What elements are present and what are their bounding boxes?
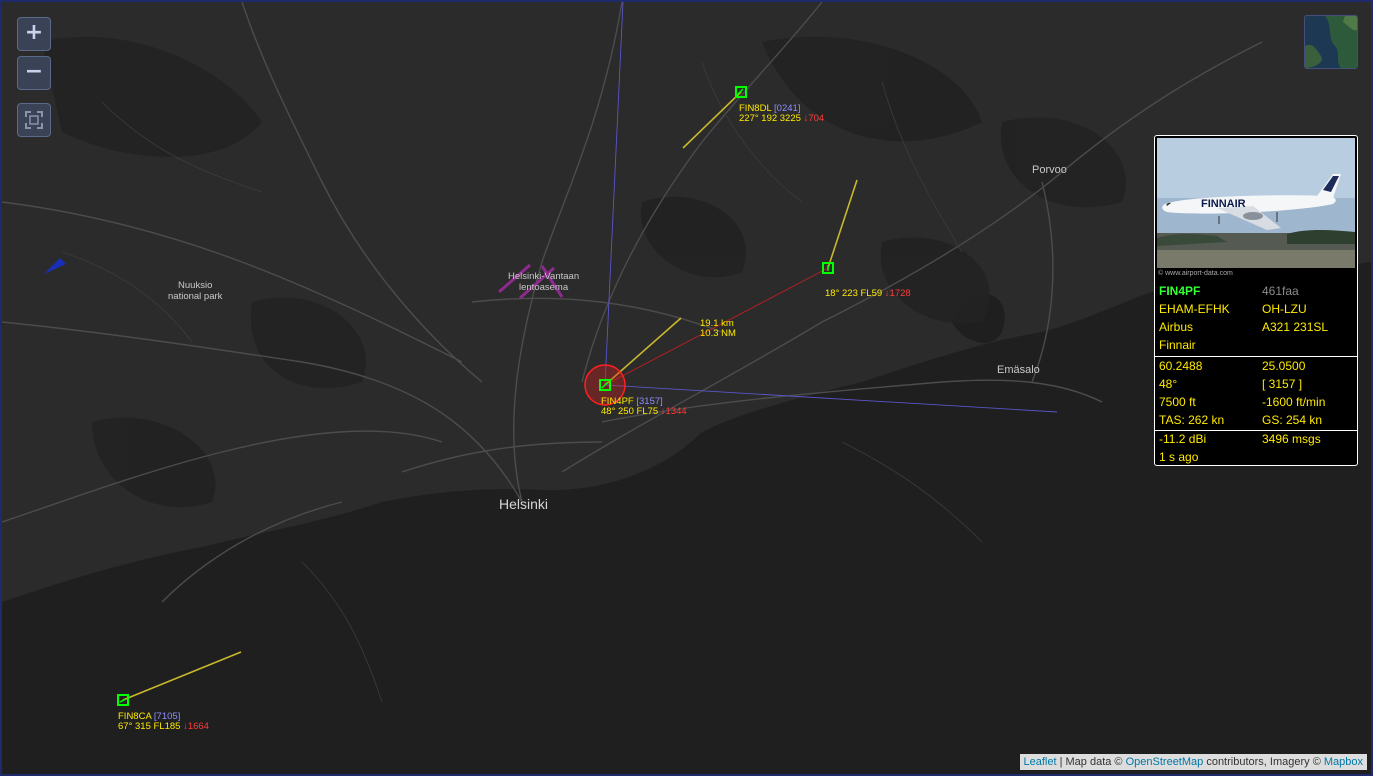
aircraft-vs: ↓1728 [884, 288, 911, 299]
fit-bounds-button[interactable] [17, 103, 51, 137]
aircraft-label-fin8dl[interactable]: FIN8DL [0241] 227° 192 3225 ↓704 [739, 104, 824, 124]
info-altitude: 7500 ft [1159, 395, 1196, 409]
aircraft-label-line2: 48° 250 FL75 ↓1344 [601, 407, 687, 417]
aircraft-label-fin4pf[interactable]: FIN4PF [3157] 48° 250 FL75 ↓1344 [601, 397, 687, 417]
aircraft-data: 227° 192 3225 [739, 113, 801, 124]
osm-link[interactable]: OpenStreetMap [1126, 756, 1204, 768]
aircraft-info-panel: FINNAIR © www.airport-data.com FIN4PF 46… [1154, 135, 1358, 466]
aircraft-label-line2: 227° 192 3225 ↓704 [739, 114, 824, 124]
info-age: 1 s ago [1159, 450, 1199, 464]
aircraft-photo[interactable]: FINNAIR [1157, 138, 1355, 268]
info-lat: 60.2488 [1159, 359, 1203, 373]
city-label-helsinki: Helsinki [499, 496, 549, 512]
info-track: 48° [1159, 377, 1178, 391]
aircraft-data: 18° 223 FL59 [825, 288, 883, 299]
aircraft-label-line2: 67° 315 FL185 ↓1664 [118, 722, 209, 732]
info-vertical-rate: -1600 ft/min [1262, 395, 1326, 409]
info-tas: TAS: 262 kn [1159, 413, 1225, 427]
airport-label: Helsinki-Vantaan lentoasema [508, 271, 579, 293]
range-label: 19.1 km 10.3 NM [700, 319, 736, 338]
map-attribution: Leaflet | Map data © OpenStreetMap contr… [1019, 754, 1367, 770]
minimap-icon [1305, 16, 1357, 68]
aircraft-vs: ↓704 [803, 113, 825, 124]
airport-label-line1: Helsinki-Vantaan [508, 271, 580, 282]
info-gs: GS: 254 kn [1262, 413, 1323, 427]
info-signal: -11.2 dBi [1159, 432, 1207, 446]
info-route: EHAM-EFHK [1159, 302, 1230, 316]
photo-credit: © www.airport-data.com [1158, 270, 1233, 277]
aircraft-livery-text: FINNAIR [1201, 198, 1246, 210]
map-window: Helsinki Porvoo Emäsalo Nuuksio national… [0, 0, 1373, 776]
attribution-text-1: | Map data © [1056, 756, 1126, 768]
city-label-emasalo: Emäsalo [997, 364, 1040, 376]
park-label-line2: national park [168, 291, 223, 302]
range-nm: 10.3 NM [700, 327, 736, 339]
info-divider [1155, 430, 1357, 431]
park-label-nuuksio: Nuuksio national park [168, 280, 222, 302]
info-registration: OH-LZU [1262, 302, 1307, 316]
info-callsign: FIN4PF [1159, 284, 1201, 298]
mapbox-link[interactable]: Mapbox [1324, 756, 1363, 768]
leaflet-link[interactable]: Leaflet [1024, 756, 1057, 768]
aircraft-data: 48° 250 FL75 [601, 406, 659, 417]
info-model: A321 231SL [1262, 320, 1329, 334]
info-icao: 461faa [1262, 284, 1299, 298]
attribution-text-2: contributors, Imagery © [1203, 756, 1324, 768]
aircraft-data: 67° 315 FL185 [118, 721, 181, 732]
park-label-line1: Nuuksio [178, 280, 213, 291]
aircraft-vs: ↓1344 [660, 406, 687, 417]
aircraft-vs: ↓1664 [183, 721, 209, 732]
zoom-out-button[interactable]: − [17, 56, 51, 90]
aircraft-label-line2: 18° 223 FL59 ↓1728 [825, 289, 911, 299]
info-divider [1155, 356, 1357, 357]
aircraft-label-fin8ca[interactable]: FIN8CA [7105] 67° 315 FL185 ↓1664 [118, 712, 209, 732]
fit-bounds-icon [25, 111, 43, 129]
city-label-porvoo: Porvoo [1032, 164, 1067, 176]
info-manufacturer: Airbus [1159, 320, 1194, 334]
minimap-toggle[interactable] [1304, 15, 1358, 69]
aircraft-label-unknown[interactable]: 18° 223 FL59 ↓1728 [825, 289, 911, 299]
info-operator: Finnair [1159, 338, 1196, 352]
airport-label-line2: lentoasema [519, 282, 569, 293]
zoom-in-button[interactable]: + [17, 17, 51, 51]
info-messages: 3496 msgs [1262, 432, 1321, 446]
info-squawk: [ 3157 ] [1262, 377, 1303, 391]
info-lon: 25.0500 [1262, 359, 1306, 373]
